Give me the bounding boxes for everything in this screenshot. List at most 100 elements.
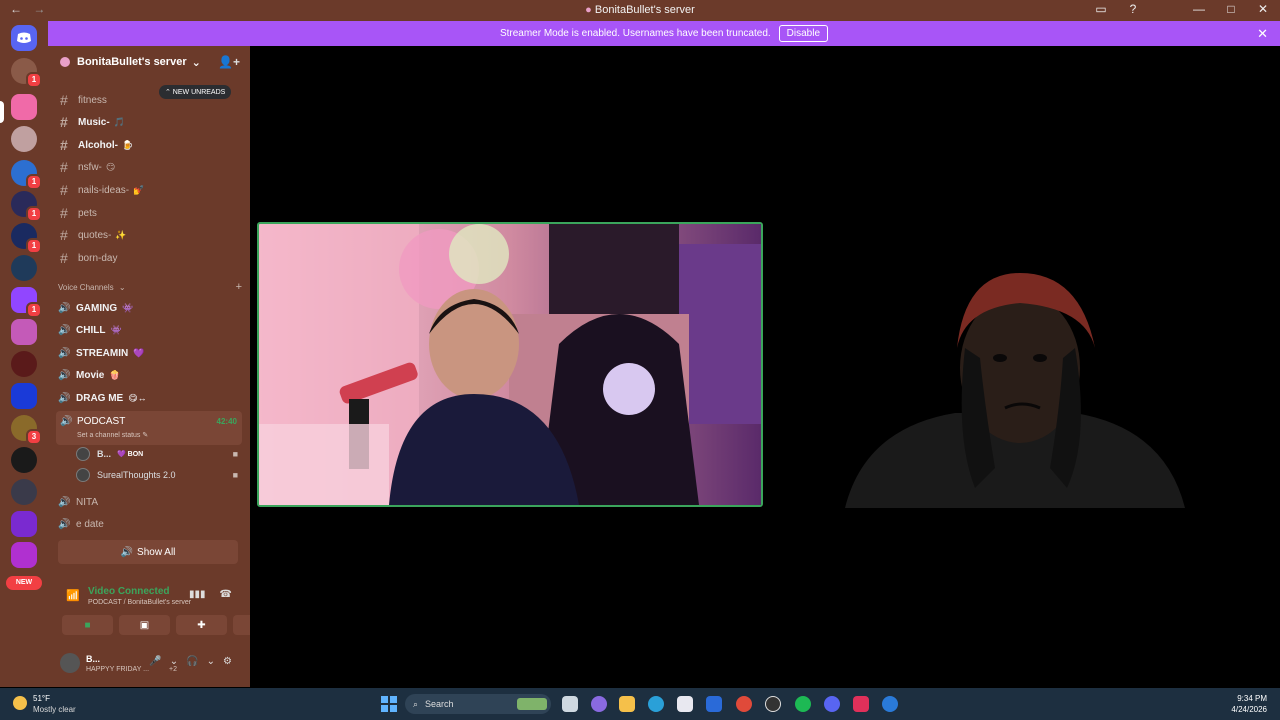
disconnect-icon[interactable]: ☎: [220, 589, 232, 600]
speaker-connected-icon: 🔊: [60, 416, 73, 427]
discord-taskbar-icon[interactable]: [824, 696, 840, 712]
maximize-button[interactable]: □: [1222, 2, 1240, 16]
obs-icon[interactable]: [765, 696, 781, 712]
help-icon[interactable]: ?: [1124, 2, 1142, 16]
minimize-button[interactable]: —: [1190, 2, 1208, 16]
server-icon-7[interactable]: [11, 255, 37, 281]
windows-start-icon[interactable]: [381, 696, 397, 712]
noise-suppression-icon[interactable]: ▮▮▮: [189, 589, 206, 600]
gear-icon[interactable]: ⚙: [223, 656, 232, 667]
server-icon-15[interactable]: [11, 511, 37, 537]
inbox-icon[interactable]: ▭: [1092, 2, 1110, 16]
channel-born-day[interactable]: # born-day: [58, 248, 242, 268]
channel-name: nsfw-: [78, 161, 102, 173]
chevron-down-icon: ⌄: [191, 56, 201, 69]
task-view-icon[interactable]: [562, 696, 578, 712]
voice-status-subtitle[interactable]: PODCAST / BonitaBullet's server: [88, 599, 191, 606]
channel-music[interactable]: # Music- 🎵: [58, 112, 242, 132]
chevron-down-icon[interactable]: ⌄: [170, 656, 178, 667]
video-tile-participant[interactable]: [845, 268, 1185, 508]
search-placeholder: Search: [425, 699, 454, 709]
user-name[interactable]: B...: [86, 654, 100, 664]
voice-channel-gaming[interactable]: 🔊 GAMING 👾: [58, 298, 242, 318]
weather-description[interactable]: Mostly clear: [33, 705, 76, 714]
server-icon-14[interactable]: [11, 479, 37, 505]
voice-channel-nita[interactable]: 🔊 NITA: [58, 492, 242, 512]
voice-channel-streamin[interactable]: 🔊 STREAMIN 💜: [58, 343, 242, 363]
microphone-icon[interactable]: 🎤: [149, 656, 161, 667]
voice-channel-name: DRAG ME: [76, 392, 124, 404]
window-title-text: BonitaBullet's server: [594, 4, 695, 16]
chrome-icon[interactable]: [736, 696, 752, 712]
headphones-icon[interactable]: 🎧: [186, 656, 198, 667]
activities-button[interactable]: ✚: [176, 615, 227, 635]
server-icon-10[interactable]: [11, 351, 37, 377]
voice-channel-name: NITA: [76, 496, 99, 508]
channel-quotes[interactable]: # quotes- ✨: [58, 225, 242, 245]
mail-icon[interactable]: [706, 696, 722, 712]
voice-channel-drag-me[interactable]: 🔊 DRAG ME 😋↔: [58, 388, 242, 408]
server-icon-11[interactable]: [11, 383, 37, 409]
camera-icon: ■: [232, 470, 238, 480]
signal-icon[interactable]: 📶: [66, 589, 80, 602]
user-status: HAPPYY FRIDAY ...: [86, 666, 150, 673]
copilot-icon[interactable]: [591, 696, 607, 712]
taskbar-search[interactable]: ⌕ Search: [405, 694, 551, 714]
server-header[interactable]: BonitaBullet's server ⌄ 👤+: [48, 46, 250, 78]
file-explorer-icon[interactable]: [619, 696, 635, 712]
invite-people-icon[interactable]: 👤+: [218, 55, 240, 69]
clock-time[interactable]: 9:34 PM: [1237, 694, 1267, 703]
banner-message: Streamer Mode is enabled. Usernames have…: [499, 28, 771, 39]
channel-alcohol[interactable]: # Alcohol- 🍺: [58, 135, 242, 155]
discord-home-icon[interactable]: [11, 25, 37, 51]
voice-member[interactable]: SurealThoughts 2.0 ■: [76, 465, 242, 485]
chevron-down-icon[interactable]: ⌄: [207, 656, 215, 667]
spotify-icon[interactable]: [795, 696, 811, 712]
voice-channel-e-date[interactable]: 🔊 e date: [58, 514, 242, 534]
server-icon-3[interactable]: [11, 126, 37, 152]
server-icon-9[interactable]: [11, 319, 37, 345]
weather-moon-icon[interactable]: [13, 696, 27, 710]
set-channel-status[interactable]: Set a channel status ✎: [77, 431, 148, 439]
bing-app-icon[interactable]: [882, 696, 898, 712]
music-note-icon: 🎵: [113, 116, 125, 127]
server-icon-bonitabullet[interactable]: [11, 94, 37, 120]
avatar[interactable]: [60, 653, 80, 673]
search-icon: ⌕: [413, 698, 419, 709]
voice-channel-chill[interactable]: 🔊 CHILL 👾: [58, 320, 242, 340]
screen-share-button[interactable]: ▣: [119, 615, 170, 635]
unread-badge: 3: [26, 429, 42, 445]
channel-name: Music-: [78, 116, 110, 128]
channel-nails-ideas[interactable]: # nails-ideas- 💅: [58, 180, 242, 200]
camera-button[interactable]: ■: [62, 615, 113, 635]
tiktok-icon[interactable]: [853, 696, 869, 712]
close-banner-icon[interactable]: ✕: [1257, 26, 1268, 42]
server-icon-16[interactable]: [11, 542, 37, 568]
voice-connection-panel: 📶 Video Connected PODCAST / BonitaBullet…: [48, 577, 284, 641]
clock-date[interactable]: 4/24/2026: [1231, 705, 1267, 714]
weather-temperature[interactable]: 51°F: [33, 694, 50, 703]
new-server-badge: NEW: [6, 576, 42, 590]
show-all-button[interactable]: 🔊 Show All: [58, 540, 238, 564]
avatar: [76, 468, 90, 482]
add-channel-icon[interactable]: +: [236, 281, 242, 293]
video-tile-streamer[interactable]: [257, 222, 763, 507]
activities-icon: ✚: [197, 619, 206, 631]
microsoft-store-icon[interactable]: [677, 696, 693, 712]
screen-share-icon: ▣: [139, 619, 150, 631]
channel-nsfw[interactable]: # nsfw- 😏: [58, 157, 242, 177]
close-button[interactable]: ✕: [1254, 2, 1272, 16]
hash-icon: #: [60, 205, 68, 221]
voice-channel-podcast[interactable]: 🔊 PODCAST Set a channel status ✎ 42:40: [56, 411, 242, 445]
voice-channels-category[interactable]: Voice Channels ⌄ +: [58, 281, 242, 293]
popcorn-icon: 🍿: [109, 369, 121, 380]
disable-streamer-mode-button[interactable]: Disable: [778, 25, 829, 42]
channel-pets[interactable]: # pets: [58, 203, 242, 223]
edge-icon[interactable]: [648, 696, 664, 712]
voice-channel-movie[interactable]: 🔊 Movie 🍿: [58, 365, 242, 385]
channel-sidebar: BonitaBullet's server ⌄ 👤+ # fitness ⌃ NE…: [48, 46, 284, 687]
voice-member[interactable]: B... 💜 BON ■: [76, 444, 242, 464]
beer-icon: 🍺: [122, 139, 134, 150]
new-unreads-pill[interactable]: ⌃ NEW UNREADS: [159, 85, 232, 99]
server-icon-13[interactable]: [11, 447, 37, 473]
